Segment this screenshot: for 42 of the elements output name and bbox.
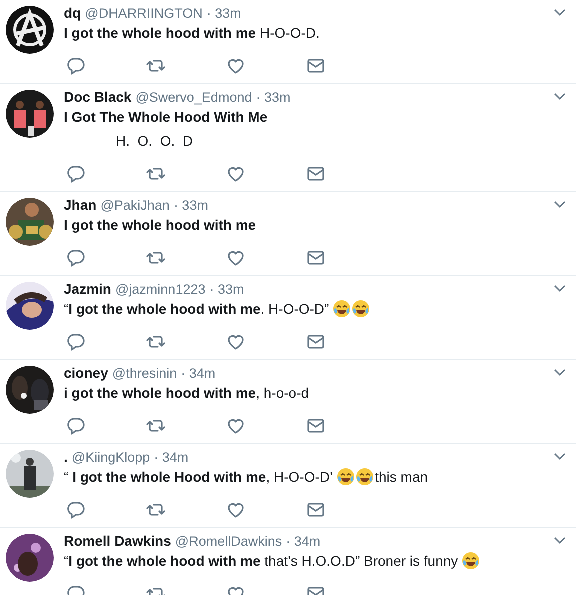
user-handle[interactable]: @PakiJhan: [100, 196, 170, 216]
user-name[interactable]: cioney: [64, 363, 108, 384]
tweet-text: i got the whole hood with me, h-o-o-d: [64, 384, 310, 403]
chevron-down-icon[interactable]: [554, 93, 566, 101]
timestamp[interactable]: · 33m: [210, 280, 244, 300]
timestamp[interactable]: · 34m: [286, 532, 321, 552]
tweet-text: “I got the whole hood with me. H-O-O-D”: [64, 300, 330, 319]
tweet-text: H. O. O. D: [116, 132, 194, 151]
chevron-down-icon[interactable]: [554, 201, 566, 209]
user-name[interactable]: Jhan: [64, 195, 97, 216]
laughing-emoji-icon: [356, 468, 374, 486]
chevron-down-icon[interactable]: [554, 537, 566, 545]
laughing-emoji-icon: [333, 300, 352, 318]
user-handle[interactable]: @Swervo_Edmond: [136, 88, 252, 108]
tweet-text: I got the whole hood with me H-O-O-D.: [64, 24, 320, 43]
user-handle[interactable]: @jazminn1223: [115, 280, 206, 300]
tweet-text: “I got the whole hood with me that’s H.O.O.D” Broner is funny: [64, 552, 458, 571]
chevron-down-icon[interactable]: [554, 453, 566, 461]
user-name[interactable]: Romell Dawkins: [64, 531, 172, 552]
chevron-down-icon[interactable]: [554, 369, 566, 377]
timestamp[interactable]: · 34m: [181, 364, 216, 384]
laughing-emoji-icon: [462, 552, 480, 570]
timestamp[interactable]: · 33m: [174, 196, 208, 216]
chevron-down-icon[interactable]: [554, 9, 566, 17]
tweet-text: “ I got the whole Hood with me, H-O-O-D’: [64, 468, 334, 487]
chevron-down-icon[interactable]: [554, 285, 566, 293]
tweet-text: I got the whole hood with me: [64, 216, 256, 235]
user-handle[interactable]: @KiingKlopp: [72, 448, 150, 468]
user-name[interactable]: Doc Black: [64, 87, 132, 108]
laughing-emoji-icon: [337, 468, 356, 486]
user-handle[interactable]: @thresinin: [112, 364, 178, 384]
user-name[interactable]: dq: [64, 3, 82, 24]
user-name[interactable]: Jazmin: [64, 279, 112, 300]
tweet-text: this man: [375, 468, 428, 487]
user-handle[interactable]: @DHARRIINGTON: [85, 4, 203, 24]
user-name[interactable]: .: [64, 447, 68, 468]
tweet-text: I Got The Whole Hood With Me: [64, 108, 268, 127]
user-handle[interactable]: @RomellDawkins: [175, 532, 282, 552]
timestamp[interactable]: · 33m: [256, 88, 291, 108]
timestamp[interactable]: · 34m: [154, 448, 189, 468]
timestamp[interactable]: · 33m: [206, 4, 242, 24]
laughing-emoji-icon: [352, 300, 370, 318]
